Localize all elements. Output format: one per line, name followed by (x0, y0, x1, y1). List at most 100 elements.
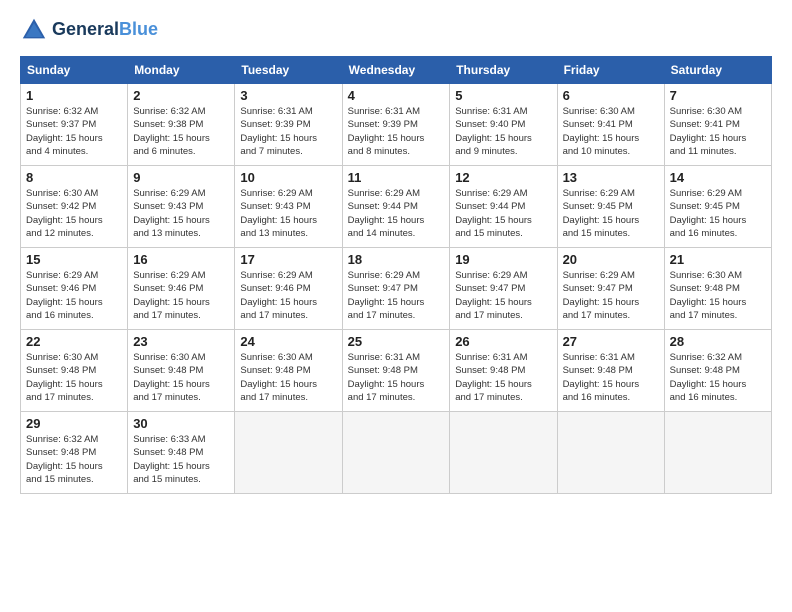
logo-icon (20, 16, 48, 44)
day-number: 2 (133, 88, 229, 103)
calendar-cell: 4 Sunrise: 6:31 AMSunset: 9:39 PMDaylight… (342, 84, 450, 166)
day-number: 30 (133, 416, 229, 431)
day-detail: Sunrise: 6:29 AMSunset: 9:47 PMDaylight:… (455, 269, 551, 322)
day-detail: Sunrise: 6:29 AMSunset: 9:43 PMDaylight:… (133, 187, 229, 240)
calendar-cell: 11 Sunrise: 6:29 AMSunset: 9:44 PMDayligh… (342, 166, 450, 248)
day-number: 19 (455, 252, 551, 267)
day-detail: Sunrise: 6:31 AMSunset: 9:48 PMDaylight:… (455, 351, 551, 404)
calendar-cell: 22 Sunrise: 6:30 AMSunset: 9:48 PMDayligh… (21, 330, 128, 412)
day-number: 7 (670, 88, 766, 103)
calendar-cell (664, 412, 771, 494)
day-number: 4 (348, 88, 445, 103)
calendar-cell (557, 412, 664, 494)
day-detail: Sunrise: 6:29 AMSunset: 9:47 PMDaylight:… (348, 269, 445, 322)
day-number: 24 (240, 334, 336, 349)
day-number: 5 (455, 88, 551, 103)
day-number: 9 (133, 170, 229, 185)
weekday-saturday: Saturday (664, 57, 771, 84)
weekday-monday: Monday (128, 57, 235, 84)
day-number: 15 (26, 252, 122, 267)
calendar-cell: 2 Sunrise: 6:32 AMSunset: 9:38 PMDaylight… (128, 84, 235, 166)
calendar-cell: 28 Sunrise: 6:32 AMSunset: 9:48 PMDayligh… (664, 330, 771, 412)
day-detail: Sunrise: 6:30 AMSunset: 9:48 PMDaylight:… (133, 351, 229, 404)
calendar-cell: 26 Sunrise: 6:31 AMSunset: 9:48 PMDayligh… (450, 330, 557, 412)
day-detail: Sunrise: 6:32 AMSunset: 9:48 PMDaylight:… (670, 351, 766, 404)
day-number: 27 (563, 334, 659, 349)
calendar-cell: 23Sunrise: 6:30 AMSunset: 9:48 PMDayligh… (128, 330, 235, 412)
week-row-2: 8Sunrise: 6:30 AMSunset: 9:42 PMDaylight… (21, 166, 772, 248)
logo-text: GeneralBlue (52, 20, 158, 40)
calendar-cell (342, 412, 450, 494)
day-detail: Sunrise: 6:31 AMSunset: 9:39 PMDaylight:… (240, 105, 336, 158)
calendar-cell: 16Sunrise: 6:29 AMSunset: 9:46 PMDayligh… (128, 248, 235, 330)
day-number: 3 (240, 88, 336, 103)
calendar-cell: 5 Sunrise: 6:31 AMSunset: 9:40 PMDaylight… (450, 84, 557, 166)
calendar-cell: 12 Sunrise: 6:29 AMSunset: 9:44 PMDayligh… (450, 166, 557, 248)
day-detail: Sunrise: 6:30 AMSunset: 9:41 PMDaylight:… (563, 105, 659, 158)
day-detail: Sunrise: 6:31 AMSunset: 9:48 PMDaylight:… (348, 351, 445, 404)
day-number: 12 (455, 170, 551, 185)
calendar-cell: 21 Sunrise: 6:30 AMSunset: 9:48 PMDayligh… (664, 248, 771, 330)
day-detail: Sunrise: 6:30 AMSunset: 9:48 PMDaylight:… (26, 351, 122, 404)
day-number: 17 (240, 252, 336, 267)
day-detail: Sunrise: 6:30 AMSunset: 9:48 PMDaylight:… (240, 351, 336, 404)
day-detail: Sunrise: 6:29 AMSunset: 9:47 PMDaylight:… (563, 269, 659, 322)
day-number: 18 (348, 252, 445, 267)
calendar-cell: 13Sunrise: 6:29 AMSunset: 9:45 PMDayligh… (557, 166, 664, 248)
weekday-tuesday: Tuesday (235, 57, 342, 84)
day-detail: Sunrise: 6:32 AMSunset: 9:48 PMDaylight:… (26, 433, 122, 486)
day-number: 22 (26, 334, 122, 349)
day-detail: Sunrise: 6:30 AMSunset: 9:41 PMDaylight:… (670, 105, 766, 158)
calendar-cell: 20 Sunrise: 6:29 AMSunset: 9:47 PMDayligh… (557, 248, 664, 330)
calendar-cell: 18 Sunrise: 6:29 AMSunset: 9:47 PMDayligh… (342, 248, 450, 330)
day-detail: Sunrise: 6:29 AMSunset: 9:46 PMDaylight:… (133, 269, 229, 322)
day-number: 28 (670, 334, 766, 349)
calendar-cell: 6 Sunrise: 6:30 AMSunset: 9:41 PMDaylight… (557, 84, 664, 166)
calendar-cell (450, 412, 557, 494)
week-row-1: 1 Sunrise: 6:32 AMSunset: 9:37 PMDaylight… (21, 84, 772, 166)
day-number: 14 (670, 170, 766, 185)
day-detail: Sunrise: 6:33 AMSunset: 9:48 PMDaylight:… (133, 433, 229, 486)
weekday-header-row: SundayMondayTuesdayWednesdayThursdayFrid… (21, 57, 772, 84)
calendar-cell: 30 Sunrise: 6:33 AMSunset: 9:48 PMDayligh… (128, 412, 235, 494)
calendar-cell: 29 Sunrise: 6:32 AMSunset: 9:48 PMDayligh… (21, 412, 128, 494)
day-number: 21 (670, 252, 766, 267)
weekday-wednesday: Wednesday (342, 57, 450, 84)
day-detail: Sunrise: 6:32 AMSunset: 9:38 PMDaylight:… (133, 105, 229, 158)
day-detail: Sunrise: 6:29 AMSunset: 9:45 PMDaylight:… (670, 187, 766, 240)
logo: GeneralBlue (20, 16, 158, 44)
calendar-cell: 15Sunrise: 6:29 AMSunset: 9:46 PMDayligh… (21, 248, 128, 330)
page: GeneralBlue SundayMondayTuesdayWednesday… (0, 0, 792, 612)
week-row-4: 22 Sunrise: 6:30 AMSunset: 9:48 PMDayligh… (21, 330, 772, 412)
day-number: 11 (348, 170, 445, 185)
calendar-cell (235, 412, 342, 494)
weekday-friday: Friday (557, 57, 664, 84)
calendar-cell: 27 Sunrise: 6:31 AMSunset: 9:48 PMDayligh… (557, 330, 664, 412)
calendar-cell: 14 Sunrise: 6:29 AMSunset: 9:45 PMDayligh… (664, 166, 771, 248)
weekday-sunday: Sunday (21, 57, 128, 84)
day-detail: Sunrise: 6:32 AMSunset: 9:37 PMDaylight:… (26, 105, 122, 158)
week-row-5: 29 Sunrise: 6:32 AMSunset: 9:48 PMDayligh… (21, 412, 772, 494)
day-number: 25 (348, 334, 445, 349)
weekday-thursday: Thursday (450, 57, 557, 84)
day-detail: Sunrise: 6:29 AMSunset: 9:44 PMDaylight:… (348, 187, 445, 240)
day-detail: Sunrise: 6:30 AMSunset: 9:48 PMDaylight:… (670, 269, 766, 322)
day-number: 20 (563, 252, 659, 267)
day-number: 6 (563, 88, 659, 103)
day-detail: Sunrise: 6:31 AMSunset: 9:48 PMDaylight:… (563, 351, 659, 404)
day-detail: Sunrise: 6:31 AMSunset: 9:39 PMDaylight:… (348, 105, 445, 158)
day-number: 29 (26, 416, 122, 431)
day-detail: Sunrise: 6:31 AMSunset: 9:40 PMDaylight:… (455, 105, 551, 158)
day-number: 1 (26, 88, 122, 103)
calendar-cell: 1 Sunrise: 6:32 AMSunset: 9:37 PMDaylight… (21, 84, 128, 166)
calendar-table: SundayMondayTuesdayWednesdayThursdayFrid… (20, 56, 772, 494)
day-detail: Sunrise: 6:29 AMSunset: 9:43 PMDaylight:… (240, 187, 336, 240)
week-row-3: 15 Sunrise: 6:29 AMSunset: 9:46 PMDayligh… (21, 248, 772, 330)
day-detail: Sunrise: 6:29 AMSunset: 9:44 PMDaylight:… (455, 187, 551, 240)
calendar-cell: 17 Sunrise: 6:29 AMSunset: 9:46 PMDayligh… (235, 248, 342, 330)
calendar-cell: 25 Sunrise: 6:31 AMSunset: 9:48 PMDayligh… (342, 330, 450, 412)
day-number: 13 (563, 170, 659, 185)
day-detail: Sunrise: 6:29 AMSunset: 9:46 PMDaylight:… (240, 269, 336, 322)
day-number: 26 (455, 334, 551, 349)
calendar-cell: 19 Sunrise: 6:29 AMSunset: 9:47 PMDayligh… (450, 248, 557, 330)
